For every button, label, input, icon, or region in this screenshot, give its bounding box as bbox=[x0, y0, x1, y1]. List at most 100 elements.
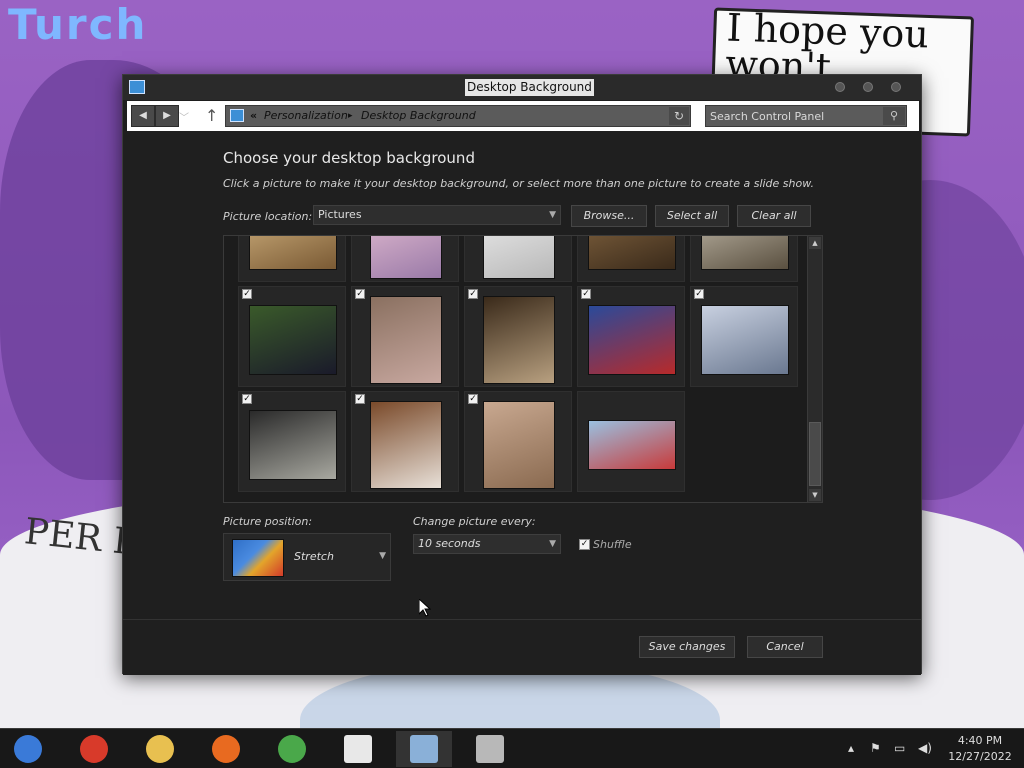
picture-checkbox[interactable]: ✓ bbox=[355, 289, 365, 299]
change-picture-interval-select[interactable]: 10 seconds ▼ bbox=[413, 534, 561, 554]
picture-checkbox[interactable]: ✓ bbox=[242, 394, 252, 404]
picture-tile[interactable]: ✓ bbox=[351, 391, 459, 492]
breadcrumb-arrow-icon[interactable]: ▸ bbox=[348, 109, 353, 123]
gallery-scrollbar[interactable]: ▲ ▼ bbox=[807, 236, 822, 502]
network-icon[interactable]: ▭ bbox=[894, 741, 905, 755]
search-box[interactable]: ⚲ bbox=[705, 105, 907, 127]
clock-time: 4:40 PM bbox=[957, 734, 1003, 747]
picture-thumbnail bbox=[370, 400, 442, 489]
recent-pages-dropdown[interactable]: ﹀ bbox=[179, 109, 189, 124]
change-picture-label: Change picture every: bbox=[413, 515, 536, 528]
taskbar-item[interactable] bbox=[132, 731, 188, 767]
scrollbar-thumb[interactable] bbox=[809, 422, 821, 486]
file-explorer-icon bbox=[146, 735, 174, 763]
breadcrumb-desktop-background[interactable]: Desktop Background bbox=[361, 109, 476, 123]
picture-tile[interactable] bbox=[238, 236, 346, 282]
taskbar-item[interactable] bbox=[462, 731, 518, 767]
chevron-up-icon: ▴ bbox=[848, 741, 855, 755]
picture-checkbox[interactable]: ✓ bbox=[355, 394, 365, 404]
picture-thumbnail bbox=[249, 409, 337, 480]
select-all-button[interactable]: Select all bbox=[655, 205, 729, 227]
taskbar-item[interactable] bbox=[264, 731, 320, 767]
picture-tile[interactable]: ✓ bbox=[238, 286, 346, 387]
forward-button[interactable]: ▶ bbox=[155, 105, 179, 127]
volume-icon[interactable]: ◀) bbox=[918, 741, 932, 755]
picture-thumbnail bbox=[588, 304, 676, 375]
chrome-icon bbox=[80, 735, 108, 763]
taskbar-item[interactable] bbox=[0, 731, 56, 767]
checkmark-icon: ✓ bbox=[580, 539, 589, 549]
up-button[interactable]: ↑ bbox=[205, 106, 218, 125]
minimize-button[interactable] bbox=[835, 82, 845, 92]
picture-tile[interactable]: ✓ bbox=[690, 286, 798, 387]
search-input[interactable] bbox=[710, 108, 880, 124]
picture-tile[interactable]: ✓ bbox=[464, 286, 572, 387]
picture-tile[interactable]: ✓ bbox=[577, 286, 685, 387]
taskbar-item[interactable] bbox=[66, 731, 122, 767]
picture-thumbnail bbox=[370, 295, 442, 384]
control-panel-icon bbox=[129, 80, 145, 94]
change-picture-value: 10 seconds bbox=[418, 537, 481, 550]
shuffle-label[interactable]: Shuffle bbox=[593, 538, 632, 551]
breadcrumb-overflow[interactable]: « bbox=[250, 109, 257, 123]
control-panel-icon bbox=[230, 109, 244, 122]
picture-position-select[interactable]: Stretch ▼ bbox=[223, 533, 391, 581]
picture-tile[interactable] bbox=[351, 236, 459, 282]
picture-checkbox[interactable]: ✓ bbox=[694, 289, 704, 299]
refresh-button[interactable]: ↻ bbox=[669, 107, 689, 125]
cancel-button[interactable]: Cancel bbox=[747, 636, 823, 658]
breadcrumb-personalization[interactable]: Personalization bbox=[264, 109, 348, 123]
close-button[interactable] bbox=[891, 82, 901, 92]
picture-location-label: Picture location: bbox=[223, 210, 313, 223]
taskbar-item[interactable] bbox=[396, 731, 452, 767]
arrow-down-icon: ▼ bbox=[812, 491, 818, 499]
picture-tile[interactable] bbox=[464, 236, 572, 282]
firefox-icon bbox=[212, 735, 240, 763]
system-clock[interactable]: 4:40 PM 12/27/2022 bbox=[940, 733, 1020, 765]
picture-tile[interactable] bbox=[577, 391, 685, 492]
picture-tile[interactable]: ✓ bbox=[238, 391, 346, 492]
notepad-icon bbox=[344, 735, 372, 763]
save-changes-button[interactable]: Save changes bbox=[639, 636, 735, 658]
clock-date: 12/27/2022 bbox=[948, 750, 1012, 763]
window-title: Desktop Background bbox=[465, 79, 594, 96]
picture-gallery[interactable]: ✓ ✓ ✓ ✓ ✓ ✓ ✓ ✓ ▲ ▼ bbox=[223, 235, 823, 503]
shuffle-checkbox[interactable]: ✓ bbox=[579, 539, 590, 550]
desktop-background-window: Desktop Background ◀ ▶ ﹀ ↑ « Personaliza… bbox=[122, 74, 922, 675]
store-icon bbox=[476, 735, 504, 763]
picture-thumbnail bbox=[588, 419, 676, 470]
show-hidden-icons-button[interactable]: ▴ bbox=[848, 741, 854, 755]
picture-tile[interactable] bbox=[690, 236, 798, 282]
position-preview-thumbnail bbox=[232, 539, 284, 577]
clear-all-button[interactable]: Clear all bbox=[737, 205, 811, 227]
picture-thumbnail bbox=[588, 236, 676, 270]
wallpaper-title: Turch bbox=[8, 0, 148, 49]
search-button[interactable]: ⚲ bbox=[883, 107, 905, 125]
refresh-icon: ↻ bbox=[673, 109, 685, 123]
back-button[interactable]: ◀ bbox=[131, 105, 155, 127]
picture-checkbox[interactable]: ✓ bbox=[468, 289, 478, 299]
maximize-button[interactable] bbox=[863, 82, 873, 92]
title-bar[interactable]: Desktop Background bbox=[123, 75, 921, 100]
scroll-down-button[interactable]: ▼ bbox=[809, 489, 821, 501]
picture-checkbox[interactable]: ✓ bbox=[581, 289, 591, 299]
picture-thumbnail bbox=[483, 236, 555, 279]
address-bar[interactable]: « Personalization ▸ Desktop Background ↻ bbox=[225, 105, 691, 127]
taskbar-item[interactable] bbox=[198, 731, 254, 767]
picture-tile[interactable] bbox=[577, 236, 685, 282]
page-description: Click a picture to make it your desktop … bbox=[223, 177, 815, 190]
action-center-flag-icon[interactable]: ⚑ bbox=[870, 741, 881, 755]
picture-checkbox[interactable]: ✓ bbox=[242, 289, 252, 299]
arrow-up-icon: ▲ bbox=[812, 239, 818, 247]
taskbar-item[interactable] bbox=[330, 731, 386, 767]
chevron-down-icon: ▼ bbox=[549, 210, 556, 220]
forward-arrow-icon: ▶ bbox=[163, 110, 171, 121]
picture-checkbox[interactable]: ✓ bbox=[468, 394, 478, 404]
picture-thumbnail bbox=[249, 304, 337, 375]
scroll-up-button[interactable]: ▲ bbox=[809, 237, 821, 249]
picture-thumbnail bbox=[249, 236, 337, 270]
picture-location-select[interactable]: Pictures ▼ bbox=[313, 205, 561, 225]
browse-button[interactable]: Browse... bbox=[571, 205, 647, 227]
picture-tile[interactable]: ✓ bbox=[351, 286, 459, 387]
picture-tile[interactable]: ✓ bbox=[464, 391, 572, 492]
